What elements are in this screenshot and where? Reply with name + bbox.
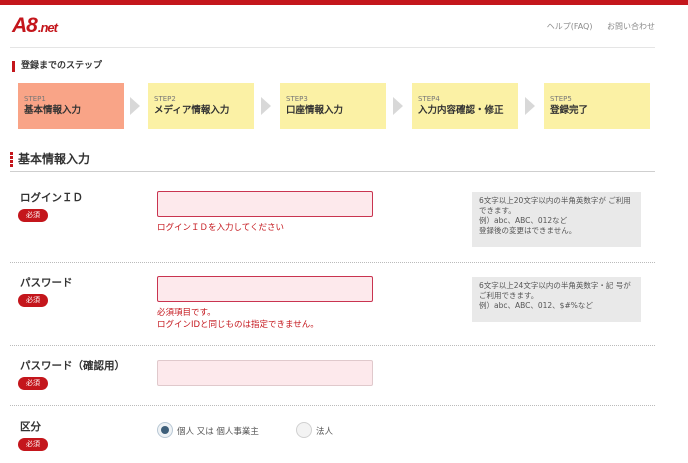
- header-links: ヘルプ(FAQ) お問い合わせ: [535, 21, 655, 32]
- top-accent-bar: [0, 0, 688, 5]
- radio-corporation-label[interactable]: 法人: [316, 425, 333, 437]
- login-id-error: ログインＩＤを入力してください: [157, 223, 284, 233]
- step-arrow-icon: [261, 97, 271, 115]
- section-title: 基本情報入力: [10, 152, 90, 167]
- step-2: STEP2 メディア情報入力: [148, 83, 254, 129]
- password-confirm-input[interactable]: [157, 360, 373, 386]
- step-4: STEP4 入力内容確認・修正: [412, 83, 518, 129]
- required-badge: 必須: [18, 294, 48, 307]
- help-faq-link[interactable]: ヘルプ(FAQ): [547, 22, 593, 31]
- category-label: 区分: [20, 421, 41, 433]
- row-divider: [10, 405, 655, 406]
- login-id-input[interactable]: [157, 191, 373, 217]
- row-divider: [10, 262, 655, 263]
- contact-link[interactable]: お問い合わせ: [607, 22, 655, 31]
- password-error: 必須項目です。 ログインIDと同じものは指定できません。: [157, 308, 319, 330]
- steps-heading: 登録までのステップ: [12, 61, 102, 72]
- login-id-hint: 6文字以上20文字以内の半角英数字が ご利用できます。 例）abc、ABC、01…: [472, 192, 641, 247]
- radio-individual[interactable]: [157, 422, 173, 438]
- step-arrow-icon: [525, 97, 535, 115]
- required-badge: 必須: [18, 377, 48, 390]
- step-1: STEP1 基本情報入力: [18, 83, 124, 129]
- step-5: STEP5 登録完了: [544, 83, 650, 129]
- radio-corporation[interactable]: [296, 422, 312, 438]
- step-arrow-icon: [130, 97, 140, 115]
- step-3: STEP3 口座情報入力: [280, 83, 386, 129]
- password-confirm-label: パスワード（確認用）: [20, 360, 125, 372]
- password-input[interactable]: [157, 276, 373, 302]
- section-divider: [10, 171, 655, 172]
- password-hint: 6文字以上24文字以内の半角英数字・記 号がご利用できます。 例）abc、ABC…: [472, 277, 641, 322]
- password-label: パスワード: [20, 277, 73, 289]
- login-id-label: ログインＩＤ: [20, 192, 83, 204]
- a8net-logo[interactable]: A8.net: [12, 14, 58, 38]
- row-divider: [10, 345, 655, 346]
- radio-individual-label[interactable]: 個人 又は 個人事業主: [177, 425, 259, 437]
- section-marker: [10, 152, 13, 167]
- required-badge: 必須: [18, 438, 48, 451]
- required-badge: 必須: [18, 209, 48, 222]
- header-divider: [10, 47, 655, 48]
- step-arrow-icon: [393, 97, 403, 115]
